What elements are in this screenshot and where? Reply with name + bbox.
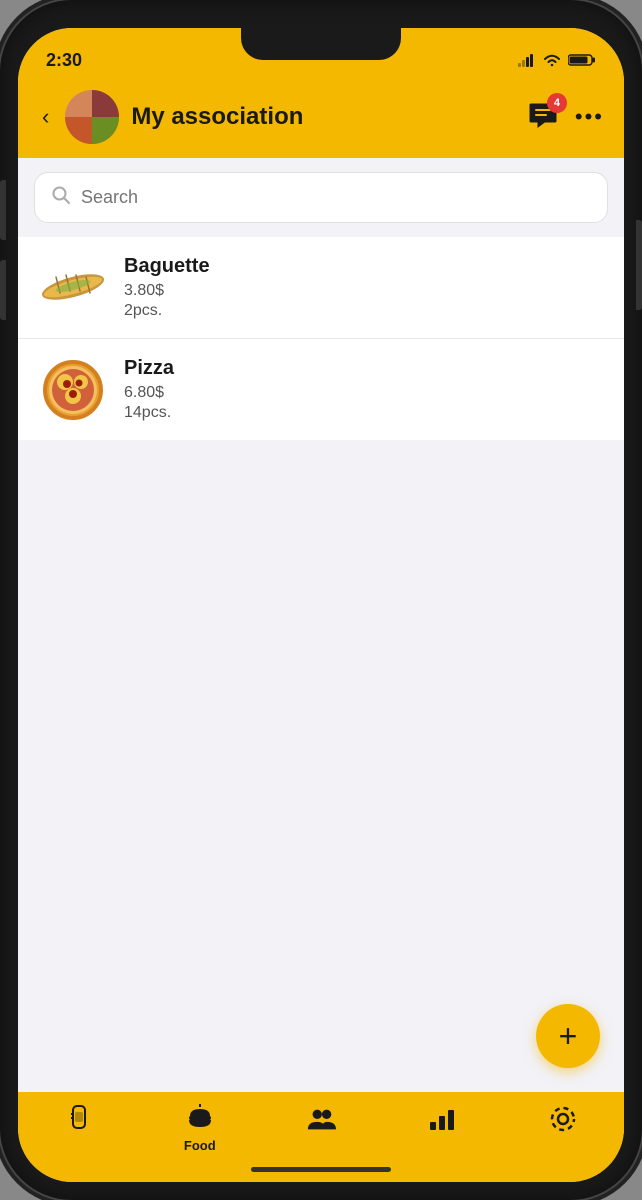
food-image-baguette: [38, 258, 108, 318]
food-icon: [185, 1104, 215, 1134]
food-list: Baguette 3.80$ 2pcs.: [18, 237, 624, 440]
settings-icon: [548, 1104, 578, 1134]
sidebar-item-settings[interactable]: [503, 1100, 624, 1142]
food-name: Baguette: [124, 255, 604, 278]
list-item[interactable]: Pizza 6.80$ 14pcs.: [18, 339, 624, 440]
volume-down-button[interactable]: [0, 260, 6, 320]
food-quantity: 14pcs.: [124, 404, 604, 422]
food-price: 3.80$: [124, 282, 604, 300]
more-options-button[interactable]: •••: [575, 104, 604, 130]
search-input[interactable]: [81, 187, 591, 208]
people-icon: [306, 1104, 336, 1134]
status-icons: [518, 53, 596, 67]
nav-label-food: Food: [184, 1138, 216, 1153]
app-header: ‹ My association: [18, 80, 624, 158]
notification-badge: 4: [547, 93, 567, 113]
volume-up-button[interactable]: [0, 180, 6, 240]
power-button[interactable]: [636, 220, 642, 310]
battery-icon: [568, 53, 596, 67]
food-name: Pizza: [124, 357, 604, 380]
header-actions: 4 •••: [527, 101, 604, 134]
content-area: Baguette 3.80$ 2pcs.: [18, 237, 624, 1092]
list-item[interactable]: Baguette 3.80$ 2pcs.: [18, 237, 624, 339]
food-info-baguette: Baguette 3.80$ 2pcs.: [124, 255, 604, 320]
food-image-pizza: [38, 360, 108, 420]
phone-shell: 2:30: [0, 0, 642, 1200]
notch: [241, 28, 401, 60]
stats-icon: [427, 1104, 457, 1134]
back-button[interactable]: ‹: [38, 100, 53, 134]
signal-icon: [518, 53, 536, 67]
food-info-pizza: Pizza 6.80$ 14pcs.: [124, 357, 604, 422]
sidebar-item-stats[interactable]: [382, 1100, 503, 1142]
status-time: 2:30: [46, 50, 82, 71]
sidebar-item-people[interactable]: [260, 1100, 381, 1142]
search-container: [18, 158, 624, 237]
sidebar-item-food[interactable]: Food: [139, 1100, 260, 1157]
drinks-icon: [64, 1104, 94, 1134]
food-price: 6.80$: [124, 384, 604, 402]
phone-screen: 2:30: [18, 28, 624, 1182]
food-quantity: 2pcs.: [124, 302, 604, 320]
search-bar: [34, 172, 608, 223]
wifi-icon: [542, 53, 562, 67]
home-indicator: [251, 1167, 391, 1172]
sidebar-item-drinks[interactable]: [18, 1100, 139, 1142]
messages-button[interactable]: 4: [527, 101, 559, 134]
avatar: [65, 90, 119, 144]
add-button[interactable]: +: [536, 1004, 600, 1068]
search-icon: [51, 185, 71, 210]
page-title: My association: [131, 103, 515, 131]
